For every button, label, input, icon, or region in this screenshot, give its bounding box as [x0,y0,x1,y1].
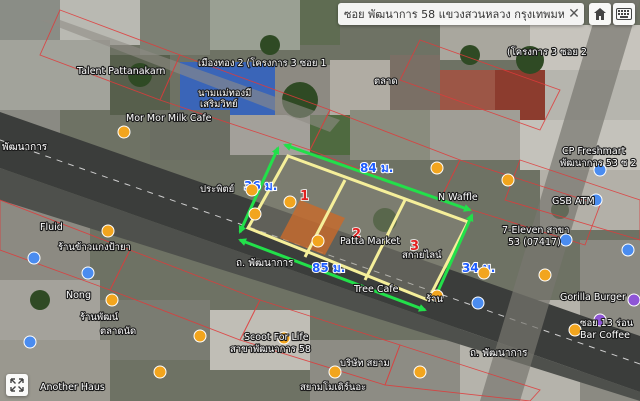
label-scoot: Scoot For Life [244,332,309,343]
label-shop-left2: เสริมวิทย์ [200,98,238,110]
label-lot-a: สกายไลน์ [402,249,442,261]
poi-pin [248,207,262,221]
label-mormor: Mor Mor Milk Cafe [126,113,212,124]
poi-pin [538,268,552,282]
label-gorilla: Gorilla Burger [560,292,626,303]
label-store-c: ตลาดนัด [100,326,136,337]
home-icon-glyph [594,8,606,20]
home-icon[interactable] [589,3,611,25]
keyboard-icon[interactable] [613,3,635,25]
label-store-a: ร้านข้าวแกงป้ายา [58,242,131,253]
poi-pin [311,234,325,248]
poi-pin [413,365,427,379]
poi-pin [477,266,491,280]
lot-number-1: 1 [300,189,309,204]
label-another: Another Haus [40,382,105,393]
label-rotten: ร้าน [426,294,443,305]
label-bar-coffee: Bar Coffee [580,330,630,341]
expand-icon[interactable] [6,374,28,396]
label-soi-top-right: (โครงการ 3 ซอย 2 [507,46,587,58]
label-road-far-left: พัฒนาการ [2,142,48,153]
close-icon[interactable]: ✕ [564,4,584,24]
poi-pin [193,329,207,343]
measure-bottom: 85 ม. [312,261,345,275]
label-seven2: 53 (07417) [508,237,561,248]
label-nong: Nong [66,290,91,301]
label-road-left: ถ. พัฒนาการ [236,258,294,269]
poi-pin [153,365,167,379]
poi-pin [245,183,259,197]
poi-pin [501,173,515,187]
label-road-right: ถ. พัฒนาการ [470,348,528,359]
address-text[interactable]: ซอย พัฒนาการ 58 แขวงสวนหลวง กรุงเทพมหานค… [338,5,564,23]
poi-pin [283,195,297,209]
label-store-b: ร้านพัฒน์ [80,311,119,323]
label-tree-cafe: Tree Cafe [353,284,399,295]
label-soi13: ซอย 13 ร่อน [580,318,634,329]
label-bottom-mid2: สยามโมเดิร์นอะ [300,381,366,393]
keyboard-icon-glyph [616,8,632,20]
expand-icon-glyph [10,378,24,392]
poi-pin [101,224,115,238]
satellite-map[interactable]: 84 ม. 85 ม. 36 ม. 34 ม. 1 2 3 Talent Pat… [0,0,640,401]
label-cp-fresh: CP Freshmart [562,146,626,157]
label-patta-market: Patta Market [340,236,400,247]
label-seven: 7-Eleven สาขา [502,225,569,236]
label-cp-fresh2: พัฒนาการ 53 ซ 2 [560,158,637,169]
label-prachachuen: ประพิตย์ [200,183,234,195]
poi-pin [117,125,131,139]
label-shop-left: นามแม่ทองมี [198,87,251,99]
label-n-waffle: N Waffle [438,192,478,203]
label-market-top: ตลาด [374,76,398,87]
poi-pin [105,293,119,307]
measure-top: 84 ม. [360,161,393,175]
label-gsb: GSB ATM [552,196,595,207]
label-soi-top-left: เมืองทอง 2 (โครงการ 3 ซอย 1 [198,57,327,69]
label-bottom-mid: บริษัท สยาม [340,358,390,369]
label-talent: Talent Pattanakarn [76,66,165,77]
poi-pin [430,161,444,175]
label-scoot2: สาขาพัฒนาการ 58 [230,344,311,355]
address-bar[interactable]: ซอย พัฒนาการ 58 แขวงสวนหลวง กรุงเทพมหานค… [338,3,584,25]
label-fluid: Fluid [40,222,63,233]
